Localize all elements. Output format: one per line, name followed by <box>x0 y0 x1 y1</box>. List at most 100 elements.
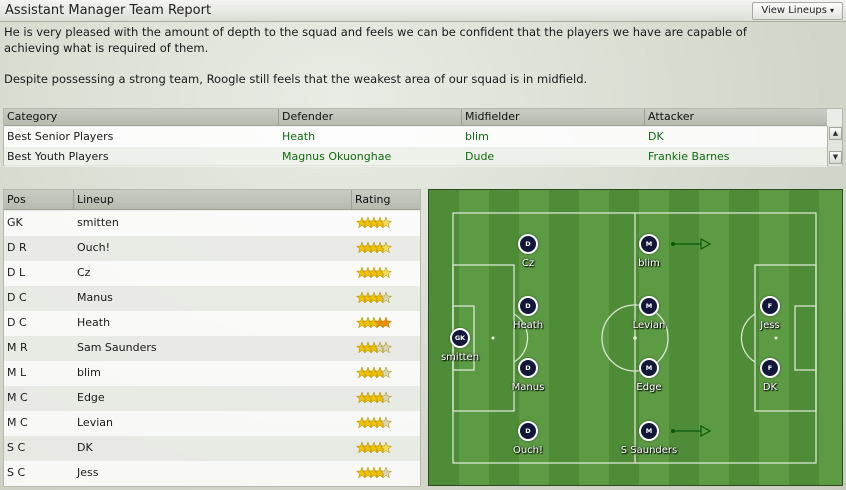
position-cell: D R <box>7 241 27 254</box>
player-label: Heath <box>512 320 544 331</box>
tactics-pitch: GK smitten D Cz D Heath D Manus D Ouch! Mblim M Levi… <box>428 189 843 486</box>
star-rating-icon <box>356 442 392 454</box>
player-label: Cz <box>521 258 535 269</box>
position-cell: S C <box>7 441 26 454</box>
table-row[interactable]: M R Sam Saunders <box>4 336 420 361</box>
best-players-table: Category Defender Midfielder Attacker Be… <box>3 108 843 167</box>
defender-cell[interactable]: Magnus Okuonghae <box>279 147 391 167</box>
table-row[interactable]: M L blim <box>4 361 420 386</box>
attacker-cell[interactable]: DK <box>645 127 664 147</box>
run-arrow <box>672 424 712 438</box>
table-header: Category Defender Midfielder Attacker <box>4 109 827 126</box>
star-rating-icon <box>356 292 392 304</box>
player-name-cell[interactable]: DK <box>74 436 93 461</box>
player-label: blim <box>638 258 660 269</box>
player-token[interactable]: M <box>639 296 659 316</box>
player-label: Levian <box>632 320 666 331</box>
star-rating-icon <box>356 392 392 404</box>
scroll-down-icon[interactable]: ▼ <box>829 151 842 164</box>
player-name-cell[interactable]: Manus <box>74 286 113 311</box>
player-token[interactable]: M <box>639 421 659 441</box>
star-rating-icon <box>356 242 392 254</box>
position-cell: D L <box>7 266 26 279</box>
lineup-header: Pos Lineup Rating <box>4 190 420 210</box>
position-cell: M C <box>7 416 28 429</box>
table-row[interactable]: S C Jess <box>4 461 420 486</box>
lineup-table: Pos Lineup Rating GK smitten D R Ouch! D L Cz… <box>3 189 421 487</box>
column-header-rating[interactable]: Rating <box>352 190 420 210</box>
midfielder-cell[interactable]: Dude <box>462 147 494 167</box>
star-rating-icon <box>356 417 392 429</box>
table-row[interactable]: M C Edge <box>4 386 420 411</box>
position-cell: D C <box>7 316 27 329</box>
player-name-cell[interactable]: Jess <box>74 461 98 486</box>
column-header-pos[interactable]: Pos <box>4 190 74 210</box>
report-paragraph-weakness: Despite possessing a strong team, Roogle… <box>4 72 588 86</box>
position-cell: M L <box>7 366 27 379</box>
player-token[interactable]: D <box>518 421 538 441</box>
table-row[interactable]: M C Levian <box>4 411 420 436</box>
column-header-lineup[interactable]: Lineup <box>74 190 352 210</box>
page-title: Assistant Manager Team Report <box>5 3 212 18</box>
player-token[interactable]: D <box>518 234 538 254</box>
player-token[interactable]: M <box>639 234 659 254</box>
player-name-cell[interactable]: smitten <box>74 211 119 236</box>
position-cell: D C <box>7 291 27 304</box>
column-header-midfielder[interactable]: Midfielder <box>462 109 645 126</box>
player-name-cell[interactable]: blim <box>74 361 101 386</box>
table-row[interactable]: GK smitten <box>4 211 420 236</box>
star-rating-icon <box>356 367 392 379</box>
star-rating-icon <box>356 267 392 279</box>
player-label: smitten <box>440 352 480 363</box>
star-rating-icon <box>356 342 392 354</box>
table-row[interactable]: Best Senior Players Heath blim DK <box>4 127 827 147</box>
player-label: Manus <box>511 382 545 393</box>
table-row[interactable]: D R Ouch! <box>4 236 420 261</box>
scroll-up-icon[interactable]: ▲ <box>829 127 842 140</box>
table-row[interactable]: D C Manus <box>4 286 420 311</box>
view-lineups-button[interactable]: View Lineups ▾ <box>752 2 843 20</box>
player-token[interactable]: M <box>639 358 659 378</box>
player-token[interactable]: F <box>760 296 780 316</box>
view-lineups-label: View Lineups <box>761 5 827 16</box>
player-name-cell[interactable]: Cz <box>74 261 90 286</box>
player-name-cell[interactable]: Heath <box>74 311 110 336</box>
star-rating-icon <box>356 317 392 329</box>
column-header-defender[interactable]: Defender <box>279 109 462 126</box>
column-header-attacker[interactable]: Attacker <box>645 109 827 126</box>
position-cell: M C <box>7 391 28 404</box>
defender-cell[interactable]: Heath <box>279 127 315 147</box>
player-label: Jess <box>760 320 780 331</box>
player-name-cell[interactable]: Ouch! <box>74 236 110 261</box>
player-token[interactable]: D <box>518 358 538 378</box>
player-label: S Saunders <box>620 445 678 456</box>
player-token[interactable]: F <box>760 358 780 378</box>
report-paragraph-depth: He is very pleased with the amount of de… <box>4 25 747 55</box>
category-cell: Best Senior Players <box>7 130 114 143</box>
table-row[interactable]: D C Heath <box>4 311 420 336</box>
player-label: Edge <box>636 382 662 393</box>
category-cell: Best Youth Players <box>7 150 109 163</box>
column-header-category[interactable]: Category <box>4 109 279 126</box>
table-row[interactable]: D L Cz <box>4 261 420 286</box>
midfielder-cell[interactable]: blim <box>462 127 489 147</box>
player-label: Ouch! <box>512 445 544 456</box>
star-rating-icon <box>356 467 392 479</box>
run-arrow <box>672 237 712 251</box>
pitch-markings <box>452 212 817 464</box>
player-name-cell[interactable]: Sam Saunders <box>74 336 157 361</box>
star-rating-icon <box>356 217 392 229</box>
table-row[interactable]: S C DK <box>4 436 420 461</box>
scrollbar[interactable]: ▲ ▼ <box>827 126 842 166</box>
player-label: DK <box>762 382 778 393</box>
position-cell: GK <box>7 216 23 229</box>
chevron-down-icon: ▾ <box>829 6 834 15</box>
position-cell: M R <box>7 341 28 354</box>
player-name-cell[interactable]: Edge <box>74 386 105 411</box>
player-token[interactable]: GK <box>450 328 470 348</box>
attacker-cell[interactable]: Frankie Barnes <box>645 147 730 167</box>
title-bar: Assistant Manager Team Report View Lineu… <box>0 0 846 22</box>
table-row[interactable]: Best Youth Players Magnus Okuonghae Dude… <box>4 147 827 167</box>
player-name-cell[interactable]: Levian <box>74 411 113 436</box>
player-token[interactable]: D <box>518 296 538 316</box>
